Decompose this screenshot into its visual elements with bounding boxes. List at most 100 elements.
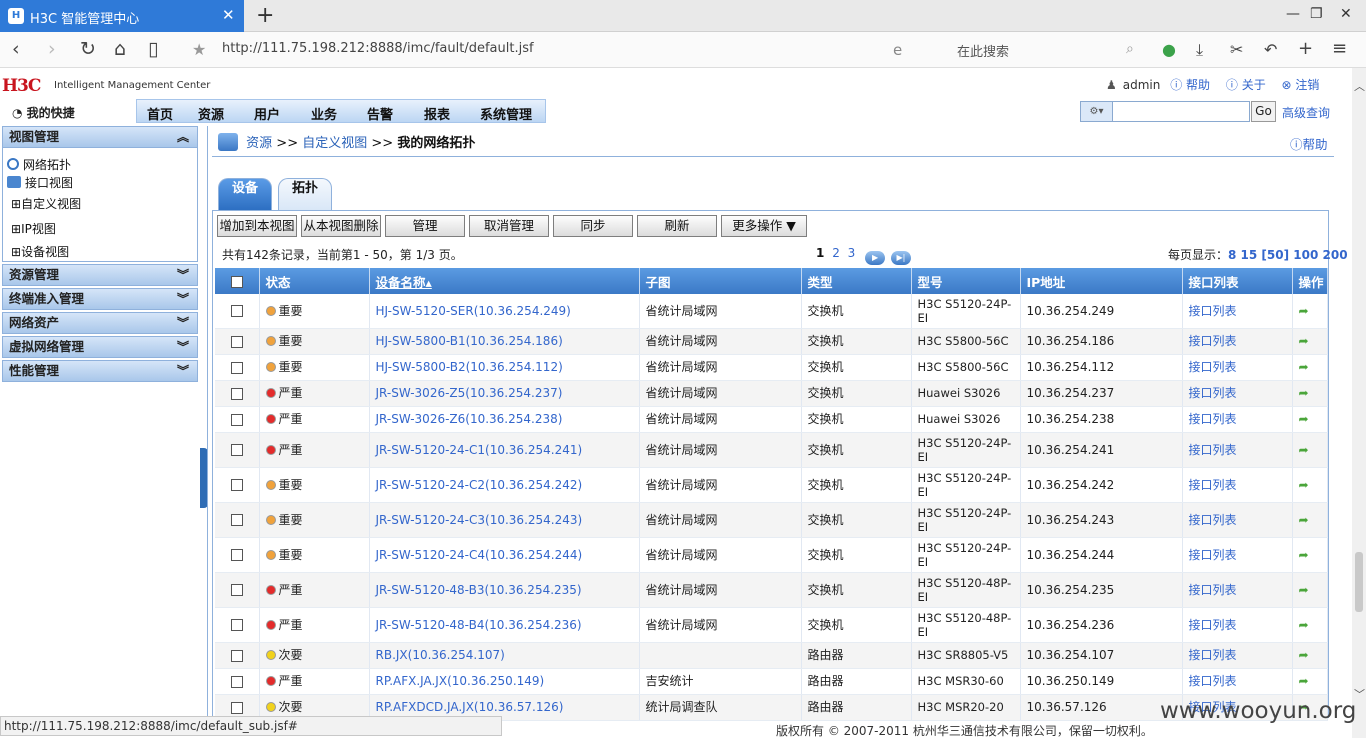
interface-list-link[interactable]: 接口列表 xyxy=(1189,674,1237,688)
table-row[interactable]: 重要 HJ-SW-5120-SER(10.36.254.249) 省统计局域网 交换机… xyxy=(215,294,1328,329)
search-icon[interactable]: ⌕ xyxy=(1126,41,1134,57)
go-arrow-icon[interactable]: ➦ xyxy=(1299,548,1313,562)
expand-icon[interactable]: ⊞ xyxy=(11,245,21,259)
go-arrow-icon[interactable]: ➦ xyxy=(1299,360,1313,374)
go-arrow-icon[interactable]: ➦ xyxy=(1299,648,1313,662)
device-name-link[interactable]: HJ-SW-5800-B1(10.36.254.186) xyxy=(376,334,563,348)
row-checkbox[interactable] xyxy=(230,701,243,714)
panel-resource-mgmt[interactable]: 资源管理 ︾ xyxy=(2,264,198,286)
page-3[interactable]: 3 xyxy=(848,246,856,260)
table-row[interactable]: 严重 JR-SW-5120-48-B4(10.36.254.236) 省统计局域网交… xyxy=(215,607,1328,643)
panel-view-mgmt[interactable]: 视图管理 ︽ xyxy=(2,126,198,148)
interface-list-link[interactable]: 接口列表 xyxy=(1189,513,1237,527)
go-arrow-icon[interactable]: ➦ xyxy=(1299,386,1313,400)
row-checkbox[interactable] xyxy=(230,361,243,374)
reader-icon[interactable]: ▯ xyxy=(148,38,158,60)
reload-icon[interactable]: ↻ xyxy=(80,38,96,60)
device-name-link[interactable]: JR-SW-3026-Z6(10.36.254.238) xyxy=(376,412,563,426)
table-row[interactable]: 严重 JR-SW-3026-Z6(10.36.254.238) 省统计局域网 交换机 H… xyxy=(215,406,1328,433)
go-arrow-icon[interactable]: ➦ xyxy=(1299,583,1313,597)
menu-home[interactable]: 首页 xyxy=(147,104,173,123)
row-checkbox[interactable] xyxy=(230,413,243,426)
logout-link[interactable]: ⊗ 注销 xyxy=(1282,78,1326,92)
collapse-icon[interactable]: ︽ xyxy=(177,127,189,147)
expand-arrow-icon[interactable]: ︾ xyxy=(177,313,189,333)
expand-arrow-icon[interactable]: ︾ xyxy=(177,265,189,285)
add-icon[interactable]: + xyxy=(1298,38,1313,59)
interface-list-link[interactable]: 接口列表 xyxy=(1189,618,1237,632)
row-checkbox[interactable] xyxy=(230,444,243,456)
help-link[interactable]: ⓘ 帮助 xyxy=(1170,78,1216,92)
refresh-button[interactable]: 刷新 xyxy=(637,215,717,237)
go-arrow-icon[interactable]: ➦ xyxy=(1299,618,1313,632)
col-device-name[interactable]: 设备名称▴ xyxy=(369,268,640,294)
tree-interface-view[interactable]: 接口视图 xyxy=(7,174,73,191)
page-2[interactable]: 2 xyxy=(832,246,840,260)
table-row[interactable]: 严重 JR-SW-3026-Z5(10.36.254.237) 省统计局域网 交换机 H… xyxy=(215,380,1328,407)
row-checkbox[interactable] xyxy=(230,335,243,348)
go-arrow-icon[interactable]: ➦ xyxy=(1299,412,1313,426)
device-name-link[interactable]: JR-SW-5120-24-C4(10.36.254.244) xyxy=(376,548,583,562)
next-page-icon[interactable]: ▶ xyxy=(865,251,886,265)
browser-tab[interactable]: H H3C 智能管理中心 ✕ xyxy=(0,0,244,32)
crumb-resource[interactable]: 资源 xyxy=(246,136,272,151)
row-checkbox[interactable] xyxy=(230,649,243,662)
global-search-input[interactable]: ⚙▾ xyxy=(1080,101,1250,122)
go-arrow-icon[interactable]: ➦ xyxy=(1299,478,1313,492)
expand-icon[interactable]: ⊞ xyxy=(11,222,21,236)
row-checkbox[interactable] xyxy=(230,675,243,688)
table-row[interactable]: 严重 JR-SW-5120-24-C1(10.36.254.241) 省统计局域网交… xyxy=(215,432,1328,468)
page-help-link[interactable]: ⓘ帮助 xyxy=(1290,134,1328,153)
row-checkbox[interactable] xyxy=(230,305,243,318)
search-type-select[interactable]: ⚙▾ xyxy=(1081,102,1113,121)
my-shortcuts[interactable]: ◔ 我的快捷 xyxy=(12,104,75,121)
menu-icon[interactable]: ≡ xyxy=(1332,38,1347,59)
table-row[interactable]: 严重 RP.AFX.JA.JX(10.36.250.149) 吉安统计 路由器 H3C … xyxy=(215,668,1328,695)
row-checkbox[interactable] xyxy=(230,584,243,596)
go-arrow-icon[interactable]: ➦ xyxy=(1299,674,1313,688)
last-page-icon[interactable]: ▶| xyxy=(890,251,911,265)
expand-arrow-icon[interactable]: ︾ xyxy=(177,289,189,309)
download-icon[interactable]: ⤓ xyxy=(1196,40,1203,60)
cut-icon[interactable]: ✂ xyxy=(1230,40,1243,59)
go-arrow-icon[interactable]: ➦ xyxy=(1299,304,1313,318)
interface-list-link[interactable]: 接口列表 xyxy=(1189,648,1237,662)
tree-network-topology[interactable]: 网络拓扑 xyxy=(7,156,71,173)
device-name-link[interactable]: JR-SW-5120-24-C3(10.36.254.243) xyxy=(376,513,583,527)
device-name-link[interactable]: RB.JX(10.36.254.107) xyxy=(376,648,505,662)
expand-arrow-icon[interactable]: ︾ xyxy=(177,337,189,357)
close-window-icon[interactable]: ✕ xyxy=(1340,6,1352,22)
tab-topology[interactable]: 拓扑 xyxy=(278,178,332,210)
row-checkbox[interactable] xyxy=(230,479,243,491)
panel-virtual-network[interactable]: 虚拟网络管理 ︾ xyxy=(2,336,198,358)
table-row[interactable]: 重要 HJ-SW-5800-B1(10.36.254.186) 省统计局域网 交换机 H… xyxy=(215,328,1328,355)
row-checkbox[interactable] xyxy=(230,549,243,561)
row-checkbox[interactable] xyxy=(230,514,243,526)
address-bar[interactable]: http://111.75.198.212:8888/imc/fault/def… xyxy=(222,41,534,56)
device-name-link[interactable]: JR-SW-5120-48-B4(10.36.254.236) xyxy=(376,618,582,632)
device-name-link[interactable]: JR-SW-3026-Z5(10.36.254.237) xyxy=(376,386,563,400)
browser-search-input[interactable]: 在此搜索 xyxy=(957,41,1009,60)
interface-list-link[interactable]: 接口列表 xyxy=(1189,334,1237,348)
select-all-checkbox[interactable] xyxy=(230,276,243,288)
restore-icon[interactable]: ❐ xyxy=(1310,6,1323,22)
chat-icon[interactable]: ● xyxy=(1162,40,1176,59)
home-icon[interactable]: ⌂ xyxy=(114,38,126,60)
tab-device[interactable]: 设备 xyxy=(218,178,272,210)
device-name-link[interactable]: HJ-SW-5800-B2(10.36.254.112) xyxy=(376,360,563,374)
panel-terminal-access[interactable]: 终端准入管理 ︾ xyxy=(2,288,198,310)
table-row[interactable]: 重要 JR-SW-5120-24-C4(10.36.254.244) 省统计局域网交… xyxy=(215,537,1328,573)
undo-icon[interactable]: ↶ xyxy=(1264,40,1277,59)
page-scrollbar[interactable]: ︿ ﹀ xyxy=(1352,68,1366,738)
table-row[interactable]: 次要 RB.JX(10.36.254.107) 路由器 H3C SR8805-V5 10… xyxy=(215,642,1328,669)
device-name-link[interactable]: JR-SW-5120-24-C2(10.36.254.242) xyxy=(376,478,583,492)
forward-icon[interactable]: › xyxy=(48,38,56,60)
col-subview[interactable]: 子图 xyxy=(639,268,802,294)
row-checkbox[interactable] xyxy=(230,619,243,631)
about-link[interactable]: ⓘ 关于 xyxy=(1226,78,1272,92)
unmanage-button[interactable]: 取消管理 xyxy=(469,215,549,237)
new-tab-icon[interactable]: + xyxy=(256,3,274,28)
remove-from-view-button[interactable]: 从本视图删除 xyxy=(301,215,381,237)
device-name-link[interactable]: RP.AFX.JA.JX(10.36.250.149) xyxy=(376,674,545,688)
add-to-view-button[interactable]: 增加到本视图 xyxy=(217,215,297,237)
